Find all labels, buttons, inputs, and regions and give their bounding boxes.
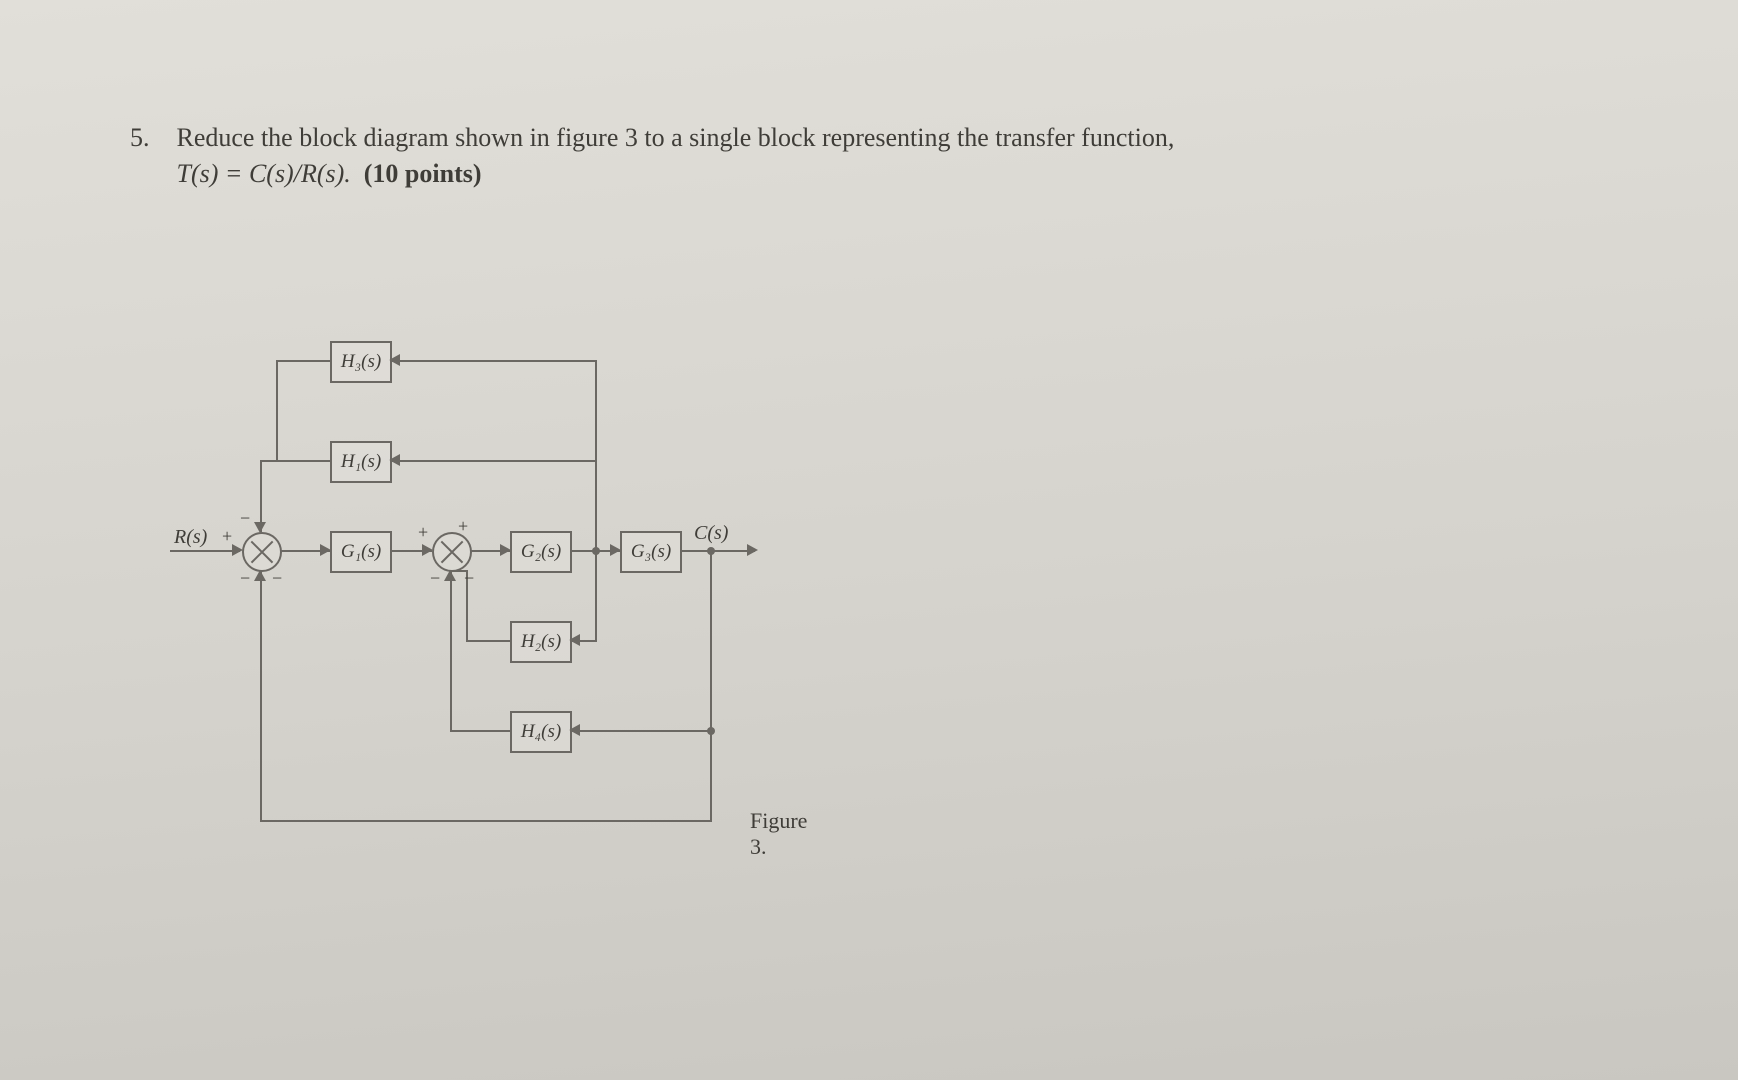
problem-line1: Reduce the block diagram shown in figure… [177, 123, 1175, 152]
block-g1: G₁(s) [330, 531, 392, 573]
sign-sum1-minus1: − [240, 568, 250, 589]
input-label: R(s) [174, 526, 207, 549]
wire-h3-pick-v [595, 360, 597, 462]
problem-number: 5. [130, 120, 170, 156]
wire-h3-left [276, 360, 330, 362]
summing-junction-1 [242, 532, 282, 572]
problem-body: Reduce the block diagram shown in figure… [177, 120, 1175, 193]
summing-junction-2 [432, 532, 472, 572]
sign-sum1-minus2: − [272, 568, 282, 589]
block-h1: H₁(s) [330, 441, 392, 483]
block-h2: H₂(s) [510, 621, 572, 663]
wire-output [680, 550, 755, 552]
arrow-output [747, 544, 758, 556]
block-g3: G₃(s) [620, 531, 682, 573]
wire-h1-pick-v [595, 460, 597, 550]
sign-sum2-plus-in: + [418, 522, 428, 543]
block-h4: H₄(s) [510, 711, 572, 753]
sign-sum2-minus2: − [464, 568, 474, 589]
pickoff-node-g2g3 [592, 547, 600, 555]
wire-unity-h [260, 820, 712, 822]
pickoff-node-output [707, 547, 715, 555]
wire-unity-v1 [710, 730, 712, 822]
wire-unity-v2 [260, 570, 262, 822]
sign-sum1-top-minus: − [240, 508, 250, 529]
problem-points: (10 points) [364, 159, 482, 188]
sign-sum2-minus1: − [430, 568, 440, 589]
pickoff-node-h4-branch [707, 727, 715, 735]
wire-h3-right [390, 360, 597, 362]
output-label: C(s) [694, 522, 728, 545]
wire-h4-right [570, 730, 712, 732]
block-g2: G₂(s) [510, 531, 572, 573]
wire-h2-left [466, 640, 510, 642]
wire-h2-pick-v [595, 552, 597, 640]
wire-h4-up [450, 570, 452, 732]
wire-input [170, 550, 240, 552]
wire-h4-pick-v [710, 552, 712, 730]
page: 5. Reduce the block diagram shown in fig… [0, 0, 1738, 1080]
block-diagram: R(s) + G₁(s) + G₂(s) G₃(s) C(s) [170, 330, 790, 890]
sign-sum1-plus: + [222, 526, 232, 547]
sign-sum2-top-plus: + [458, 516, 468, 537]
wire-h3-down-a [276, 360, 278, 462]
problem-tf: T(s) = C(s)/R(s). [177, 159, 351, 188]
block-h3: H₃(s) [330, 341, 392, 383]
wire-h1-right [390, 460, 597, 462]
problem-text: 5. Reduce the block diagram shown in fig… [130, 120, 1174, 193]
figure-caption: Figure 3. [750, 808, 807, 860]
wire-h3-jog [260, 460, 278, 462]
wire-h4-left [450, 730, 510, 732]
